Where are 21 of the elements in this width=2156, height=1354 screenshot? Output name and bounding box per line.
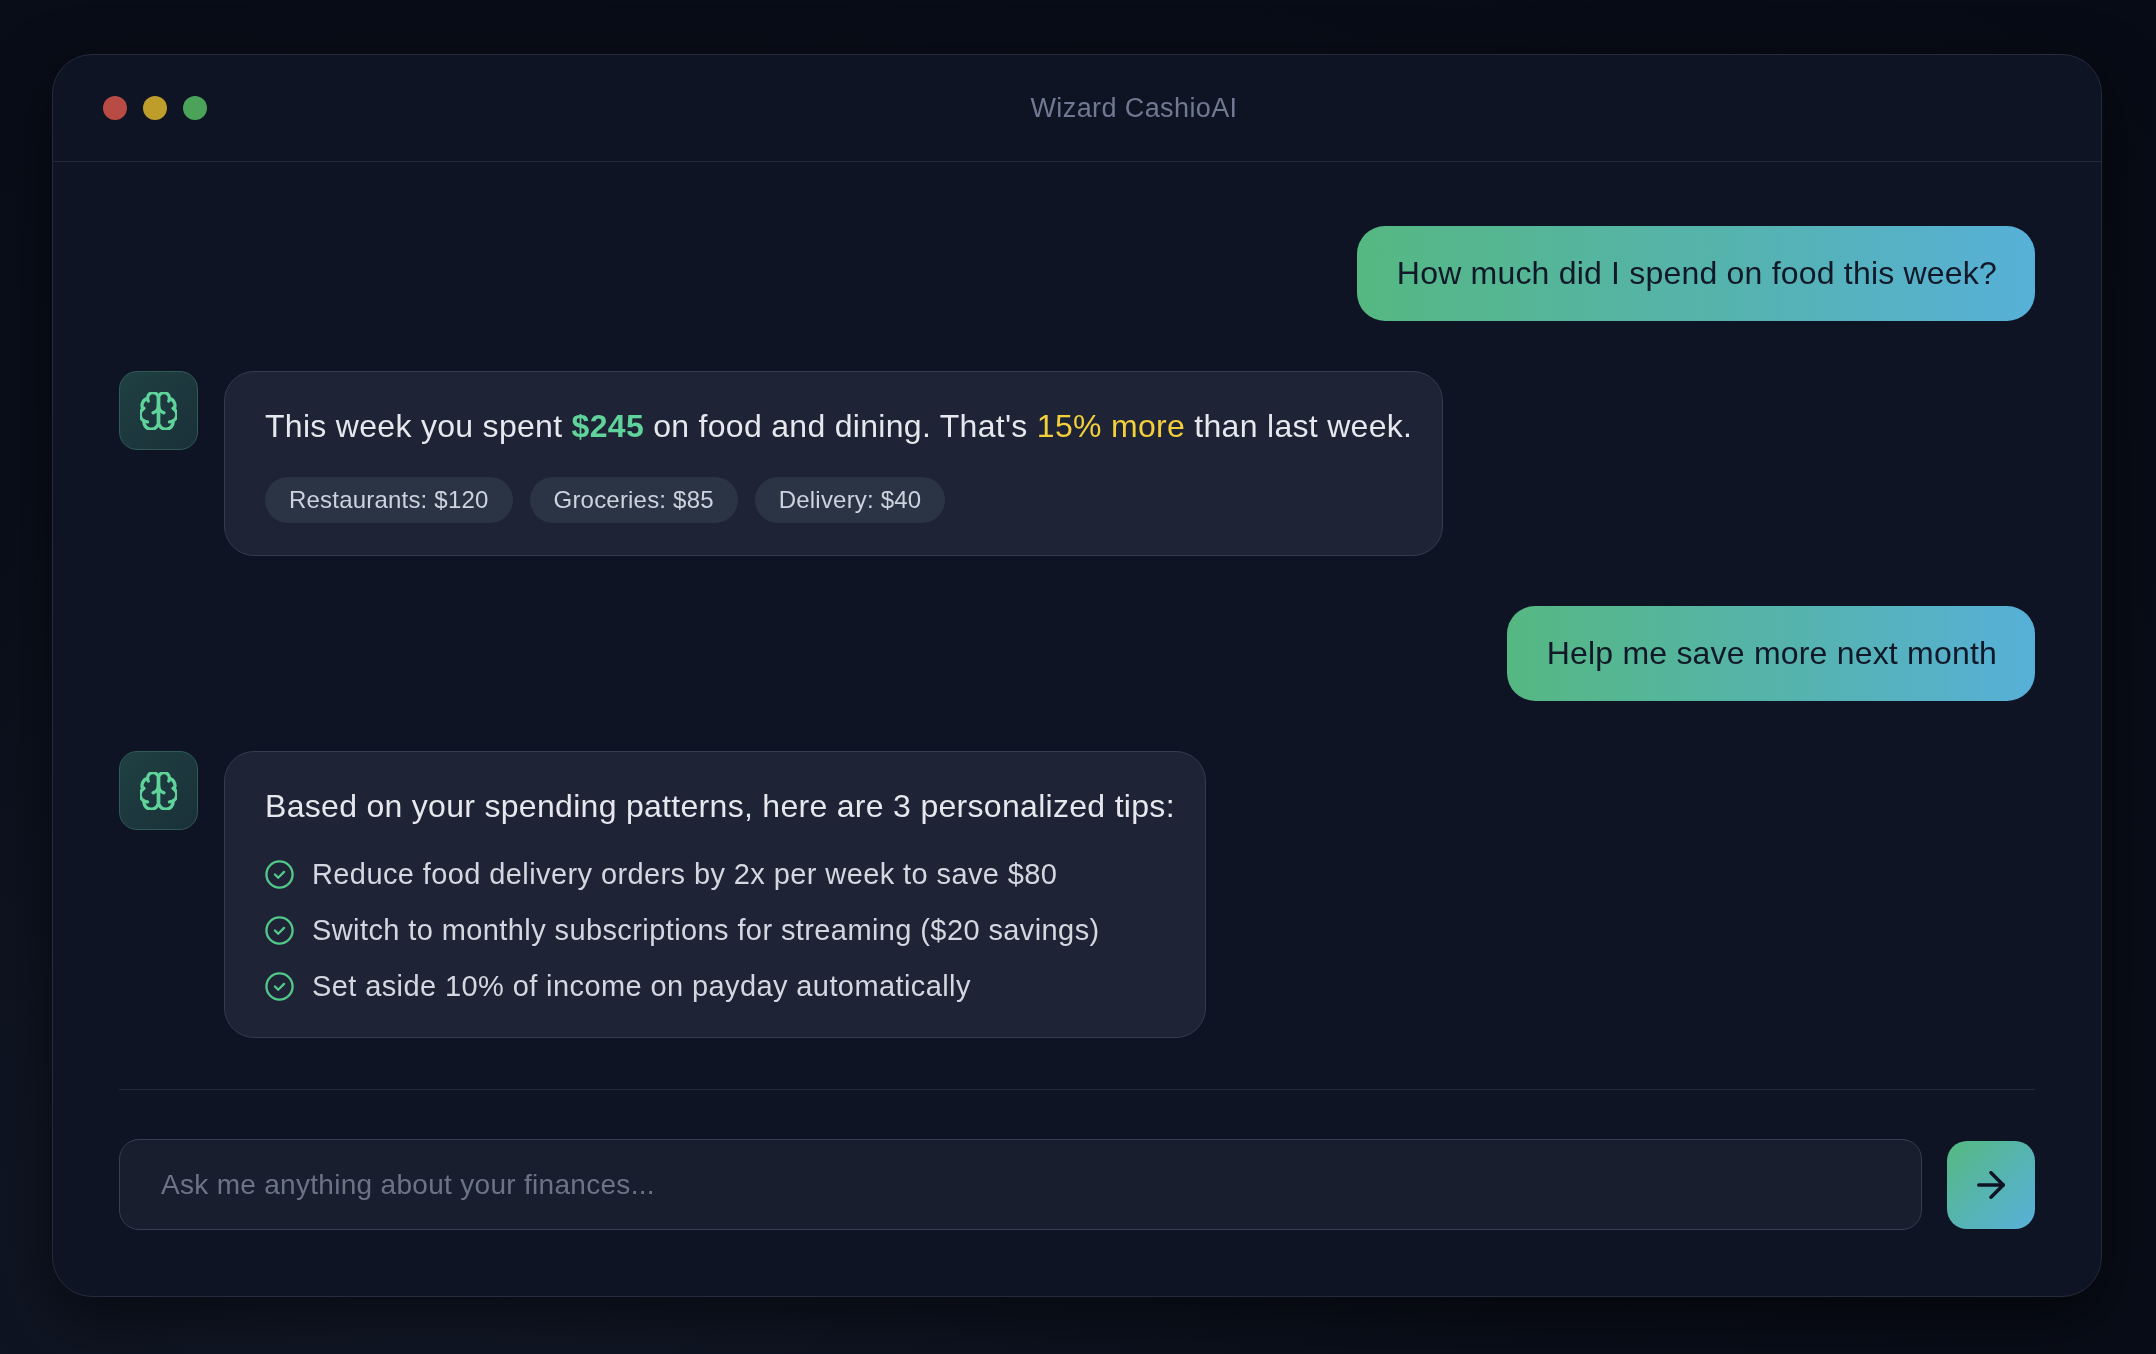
brain-icon [119, 751, 198, 830]
close-button[interactable] [103, 96, 127, 120]
category-tag: Restaurants: $120 [265, 477, 513, 523]
send-button[interactable] [1947, 1140, 2035, 1229]
check-circle-icon [265, 859, 294, 889]
category-tag: Groceries: $85 [529, 477, 738, 523]
window-title: Wizard CashioAI [1030, 92, 1238, 124]
category-tag: Delivery: $40 [754, 477, 946, 523]
minimize-button[interactable] [143, 96, 167, 120]
tip-text: Switch to monthly subscriptions for streaming ($20 savings) [312, 913, 1100, 947]
message-text: Based on your spending patterns, here are 3 personalized tips: [265, 787, 1175, 826]
maximize-button[interactable] [183, 96, 207, 120]
tip-text: Reduce food delivery orders by 2x per week to save $80 [312, 857, 1058, 891]
tip-text: Set aside 10% of income on payday automatically [312, 969, 971, 1003]
user-message: Help me save more next month [1506, 606, 2035, 701]
check-circle-icon [265, 915, 294, 945]
message-text: This week you spent $245 on food and dining. That's 15% more than last week. [265, 407, 1413, 446]
message-input[interactable]: Ask me anything about your finances... [119, 1139, 1922, 1230]
check-circle-icon [265, 971, 294, 1001]
brain-icon [119, 371, 198, 450]
user-message: How much did I spend on food this week? [1356, 226, 2035, 321]
